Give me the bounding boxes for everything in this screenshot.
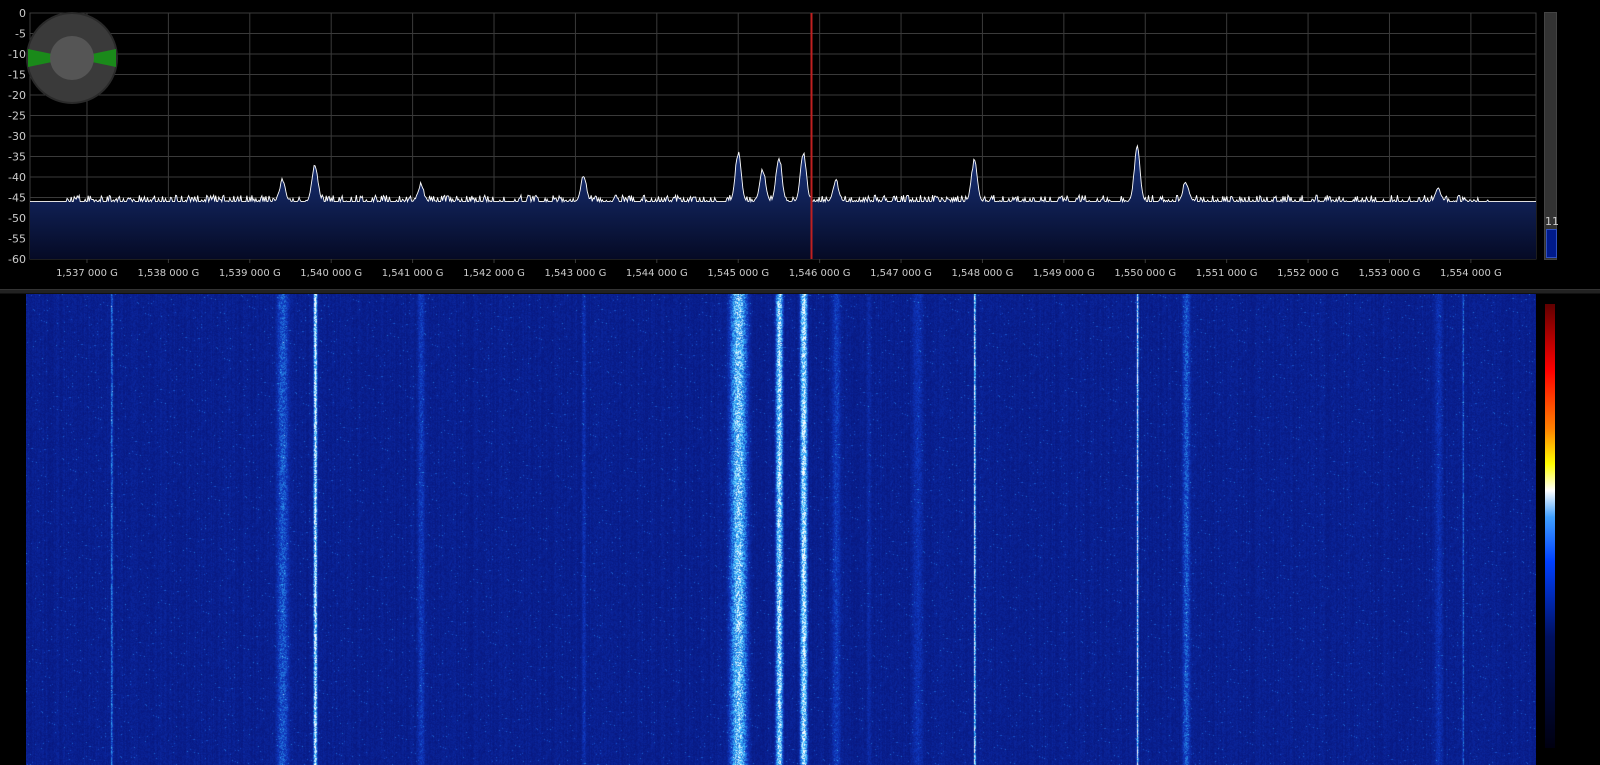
db-tick-label: -5 xyxy=(15,28,26,41)
level-fill xyxy=(1546,229,1557,258)
freq-tick-label: 1,549 000 G xyxy=(1033,268,1095,279)
freq-tick-label: 1,545 000 G xyxy=(707,268,769,279)
zoom-knob-icon[interactable] xyxy=(26,12,118,104)
freq-tick-label: 1,541 000 G xyxy=(382,268,444,279)
level-value-label: 11 xyxy=(1545,215,1559,228)
freq-tick-label: 1,550 000 G xyxy=(1114,268,1176,279)
freq-tick-label: 1,542 000 G xyxy=(463,268,525,279)
freq-tick-label: 1,543 000 G xyxy=(545,268,607,279)
db-tick-label: 0 xyxy=(19,7,26,20)
db-tick-label: -35 xyxy=(8,151,26,164)
freq-tick-label: 1,552 000 G xyxy=(1277,268,1339,279)
db-tick-label: -60 xyxy=(8,253,26,266)
db-tick-label: -30 xyxy=(8,130,26,143)
freq-tick-label: 1,540 000 G xyxy=(300,268,362,279)
waterfall-display[interactable] xyxy=(26,294,1536,765)
freq-tick-label: 1,551 000 G xyxy=(1196,268,1258,279)
db-tick-label: -55 xyxy=(8,233,26,246)
waterfall-panel[interactable] xyxy=(0,294,1600,765)
db-tick-label: -20 xyxy=(8,89,26,102)
freq-tick-label: 1,537 000 G xyxy=(56,268,118,279)
db-tick-label: -45 xyxy=(8,192,26,205)
freq-tick-label: 1,553 000 G xyxy=(1359,268,1421,279)
freq-tick-label: 1,554 000 G xyxy=(1440,268,1502,279)
freq-tick-label: 1,538 000 G xyxy=(137,268,199,279)
waterfall-colorbar xyxy=(1545,304,1555,748)
db-tick-label: -25 xyxy=(8,110,26,123)
spectrum-panel[interactable]: 0 -5 -10 -15 -20 -25 -30 -35 -40 -45 -50 -55 -60 1,53… xyxy=(0,0,1600,290)
db-tick-label: -50 xyxy=(8,212,26,225)
spectrum-fill xyxy=(30,145,1536,259)
freq-tick-label: 1,547 000 G xyxy=(870,268,932,279)
freq-tick-label: 1,544 000 G xyxy=(626,268,688,279)
db-tick-label: -10 xyxy=(8,48,26,61)
db-tick-label: -15 xyxy=(8,69,26,82)
freq-tick-label: 1,539 000 G xyxy=(219,268,281,279)
sdr-app: 0 -5 -10 -15 -20 -25 -30 -35 -40 -45 -50 -55 -60 1,53… xyxy=(0,0,1600,765)
freq-tick-label: 1,548 000 G xyxy=(952,268,1014,279)
freq-tick-label: 1,546 000 G xyxy=(789,268,851,279)
spectrum-plot[interactable]: 0 -5 -10 -15 -20 -25 -30 -35 -40 -45 -50 -55 -60 1,53… xyxy=(0,0,1600,290)
db-tick-label: -40 xyxy=(8,171,26,184)
